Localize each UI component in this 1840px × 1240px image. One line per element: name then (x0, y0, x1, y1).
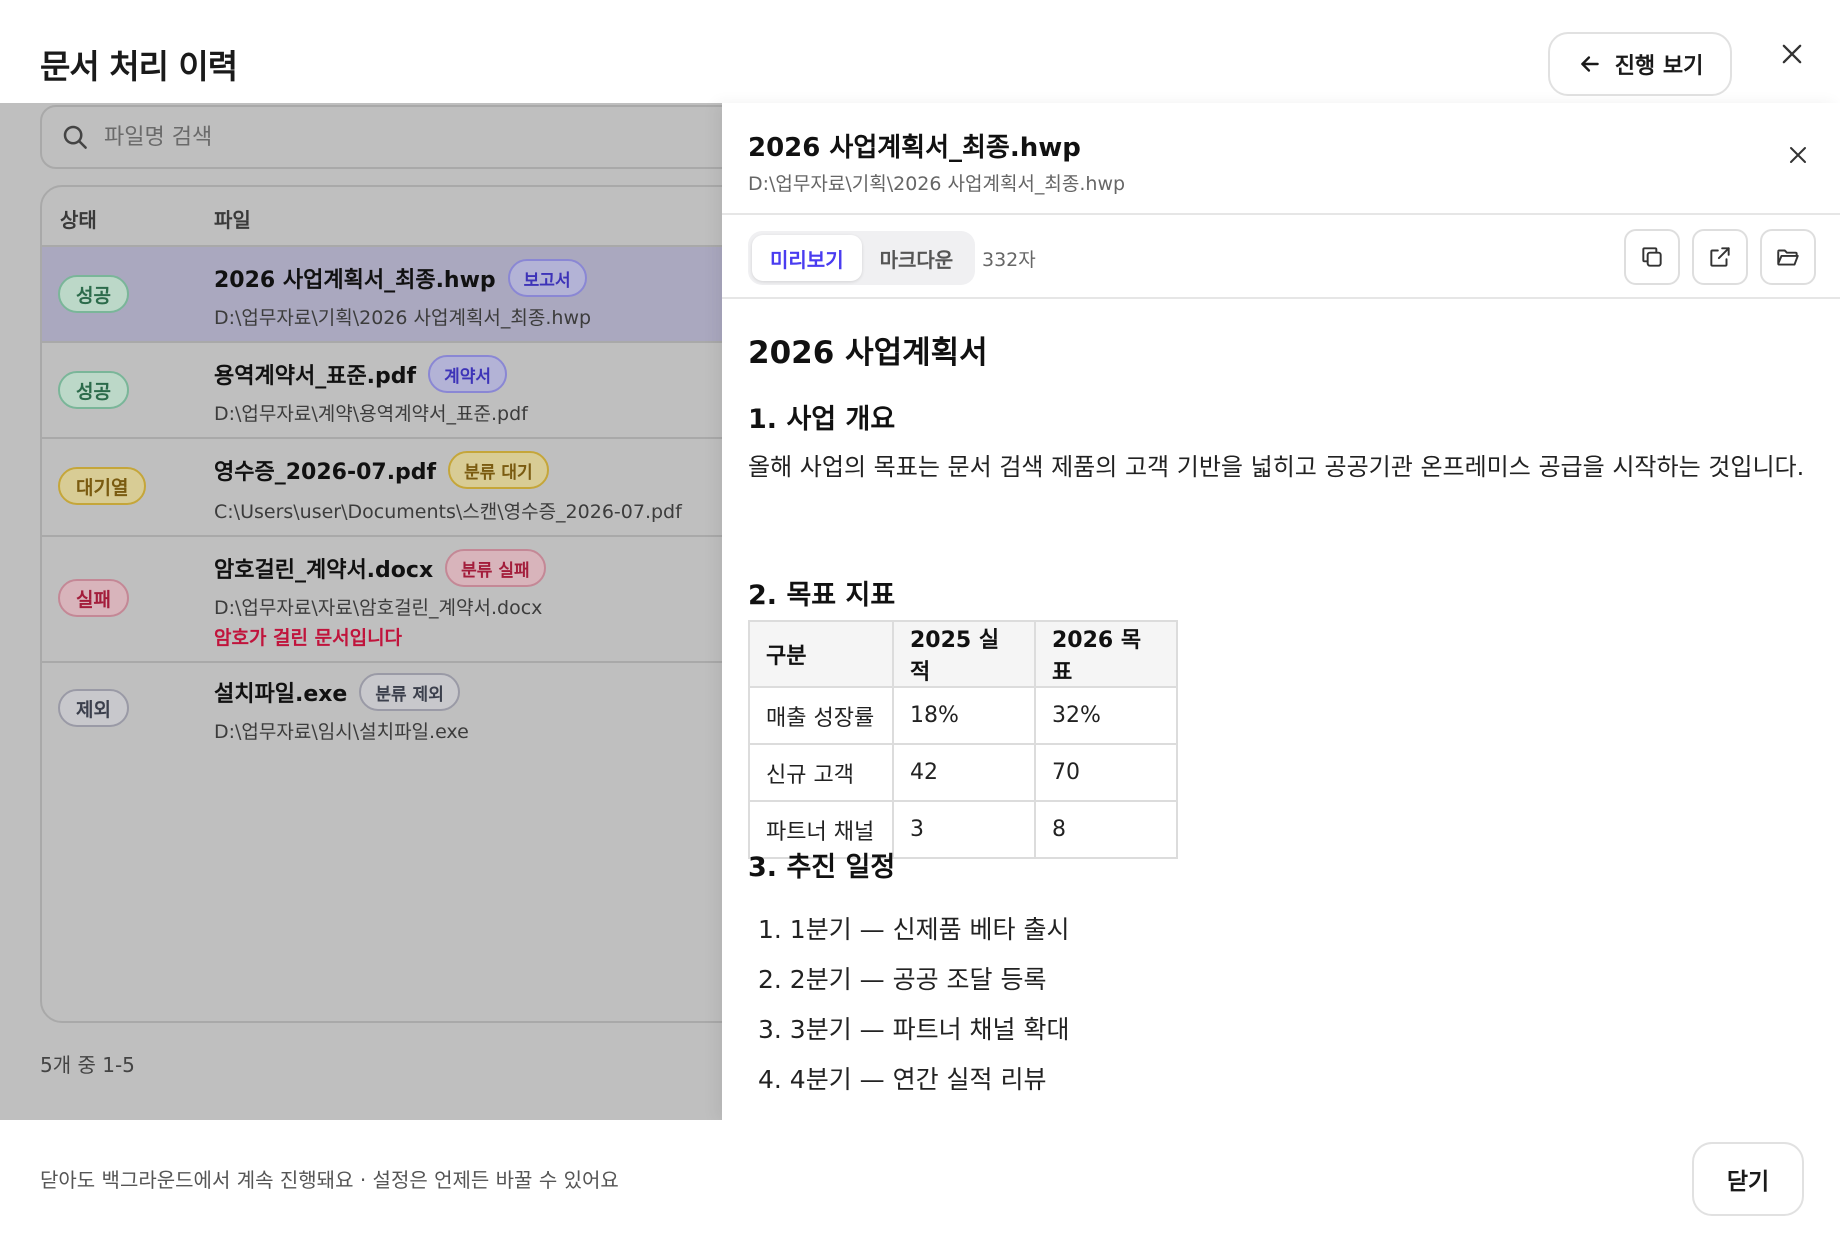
category-tag: 분류 실패 (445, 549, 546, 587)
close-icon (1782, 44, 1802, 64)
detail-close-button[interactable] (1780, 137, 1816, 173)
detail-header: 2026 사업계획서_최종.hwp D:\업무자료\기획\2026 사업계획서_… (722, 103, 1840, 215)
copy-button[interactable] (1624, 229, 1680, 285)
column-status: 상태 (60, 208, 97, 232)
table-header: 상태 파일 (42, 187, 722, 247)
file-path: D:\업무자료\기획\2026 사업계획서_최종.hwp (214, 307, 592, 329)
history-table: 상태 파일 성공 2026 사업계획서_최종.hwp 보고서 D:\업무자료\기… (40, 185, 722, 1023)
open-external-button[interactable] (1692, 229, 1748, 285)
table-row[interactable]: 성공 2026 사업계획서_최종.hwp 보고서 D:\업무자료\기획\2026… (42, 247, 722, 343)
status-badge: 대기열 (58, 467, 147, 505)
dialog-footer: 닫아도 백그라운드에서 계속 진행돼요 · 설정은 언제든 바꿀 수 있어요 닫… (0, 1120, 1840, 1240)
table-cell: 18% (892, 686, 1036, 745)
open-folder-button[interactable] (1760, 229, 1816, 285)
table-cell: 32% (1034, 686, 1178, 745)
dialog-close-button[interactable] (1774, 36, 1810, 72)
view-progress-button[interactable]: 진행 보기 (1548, 32, 1732, 96)
table-row[interactable]: 제외 설치파일.exe 분류 제외 D:\업무자료\임시\설치파일.exe (42, 663, 722, 759)
table-header-row: 구분 2025 실적 2026 목표 (748, 620, 1178, 688)
char-count: 332자 (982, 249, 1036, 271)
list-item: 4. 4분기 — 연간 실적 리뷰 (758, 1065, 1047, 1094)
history-list-area: 상태 파일 성공 2026 사업계획서_최종.hwp 보고서 D:\업무자료\기… (0, 103, 722, 1120)
search-box[interactable] (40, 105, 722, 169)
doc-section-title: 3. 추진 일정 (748, 852, 896, 883)
search-icon (63, 125, 87, 149)
dialog-title: 문서 처리 이력 (40, 47, 238, 86)
close-button[interactable]: 닫기 (1692, 1142, 1804, 1216)
file-name: 영수증_2026-07.pdf (214, 460, 437, 485)
folder-icon (1777, 249, 1799, 266)
close-icon (1790, 147, 1806, 163)
file-path: D:\업무자료\임시\설치파일.exe (214, 721, 469, 743)
table-cell: 70 (1034, 743, 1178, 802)
detail-title: 2026 사업계획서_최종.hwp (748, 133, 1081, 163)
file-name: 설치파일.exe (214, 682, 348, 707)
doc-section-title: 1. 사업 개요 (748, 404, 896, 435)
category-tag: 분류 대기 (448, 451, 549, 489)
file-path: D:\업무자료\계약\용역계약서_표준.pdf (214, 403, 528, 425)
doc-paragraph: 올해 사업의 목표는 문서 검색 제품의 고객 기반을 넓히고 공공기관 온프레… (748, 453, 1805, 481)
list-item: 1. 1분기 — 신제품 베타 출시 (758, 915, 1070, 944)
schedule-list: 1. 1분기 — 신제품 베타 출시 2. 2분기 — 공공 조달 등록 3. … (758, 905, 1070, 1105)
tab-preview[interactable]: 미리보기 (752, 235, 862, 281)
table-cell: 8 (1034, 800, 1178, 859)
category-tag: 분류 제외 (359, 673, 460, 711)
detail-path: D:\업무자료\기획\2026 사업계획서_최종.hwp (748, 173, 1126, 195)
file-name: 2026 사업계획서_최종.hwp (214, 268, 496, 293)
table-cell: 42 (892, 743, 1036, 802)
category-tag: 보고서 (507, 259, 587, 297)
footer-note: 닫아도 백그라운드에서 계속 진행돼요 · 설정은 언제든 바꿀 수 있어요 (40, 1168, 619, 1192)
table-cell: 매출 성장률 (748, 686, 894, 745)
file-name: 암호걸린_계약서.docx (214, 558, 434, 583)
table-header-cell: 2025 실적 (892, 620, 1036, 688)
detail-toolbar: 미리보기 마크다운 332자 (722, 215, 1840, 299)
status-badge: 실패 (58, 579, 129, 617)
table-row[interactable]: 대기열 영수증_2026-07.pdf 분류 대기 C:\Users\user\… (42, 439, 722, 537)
view-progress-label: 진행 보기 (1614, 54, 1704, 79)
dialog-header: 문서 처리 이력 진행 보기 (0, 0, 1840, 103)
external-link-icon (1710, 247, 1730, 267)
copy-icon (1642, 247, 1662, 267)
table-row: 매출 성장률 18% 32% (748, 686, 1178, 745)
table-header-cell: 2026 목표 (1034, 620, 1178, 688)
status-badge: 제외 (58, 689, 129, 727)
status-badge: 성공 (58, 275, 129, 313)
search-input[interactable] (104, 124, 704, 150)
document-detail-panel: 2026 사업계획서_최종.hwp D:\업무자료\기획\2026 사업계획서_… (722, 103, 1840, 1120)
view-mode-toggle: 미리보기 마크다운 (748, 231, 976, 285)
table-row[interactable]: 실패 암호걸린_계약서.docx 분류 실패 D:\업무자료\자료\암호걸린_계… (42, 537, 722, 663)
error-message: 암호가 걸린 문서입니다 (214, 627, 403, 649)
doc-section-title: 2. 목표 지표 (748, 580, 896, 611)
doc-heading: 2026 사업계획서 (748, 335, 988, 371)
file-path: C:\Users\user\Documents\스캔\영수증_2026-07.p… (214, 501, 682, 523)
table-row: 신규 고객 42 70 (748, 743, 1178, 802)
tab-markdown[interactable]: 마크다운 (862, 235, 972, 281)
table-cell: 신규 고객 (748, 743, 894, 802)
arrow-left-icon (1580, 56, 1599, 72)
table-row[interactable]: 성공 용역계약서_표준.pdf 계약서 D:\업무자료\계약\용역계약서_표준.… (42, 343, 722, 439)
column-file: 파일 (214, 208, 251, 232)
status-badge: 성공 (58, 371, 129, 409)
table-cell: 3 (892, 800, 1036, 859)
table-header-cell: 구분 (748, 620, 894, 688)
list-item: 3. 3분기 — 파트너 채널 확대 (758, 1015, 1070, 1044)
category-tag: 계약서 (428, 355, 508, 393)
metrics-table: 구분 2025 실적 2026 목표 매출 성장률 18% 32% 신규 고객 … (748, 620, 1178, 859)
file-name: 용역계약서_표준.pdf (214, 364, 417, 389)
pagination-info: 5개 중 1-5 (40, 1053, 135, 1077)
list-item: 2. 2분기 — 공공 조달 등록 (758, 965, 1047, 994)
file-path: D:\업무자료\자료\암호걸린_계약서.docx (214, 597, 543, 619)
